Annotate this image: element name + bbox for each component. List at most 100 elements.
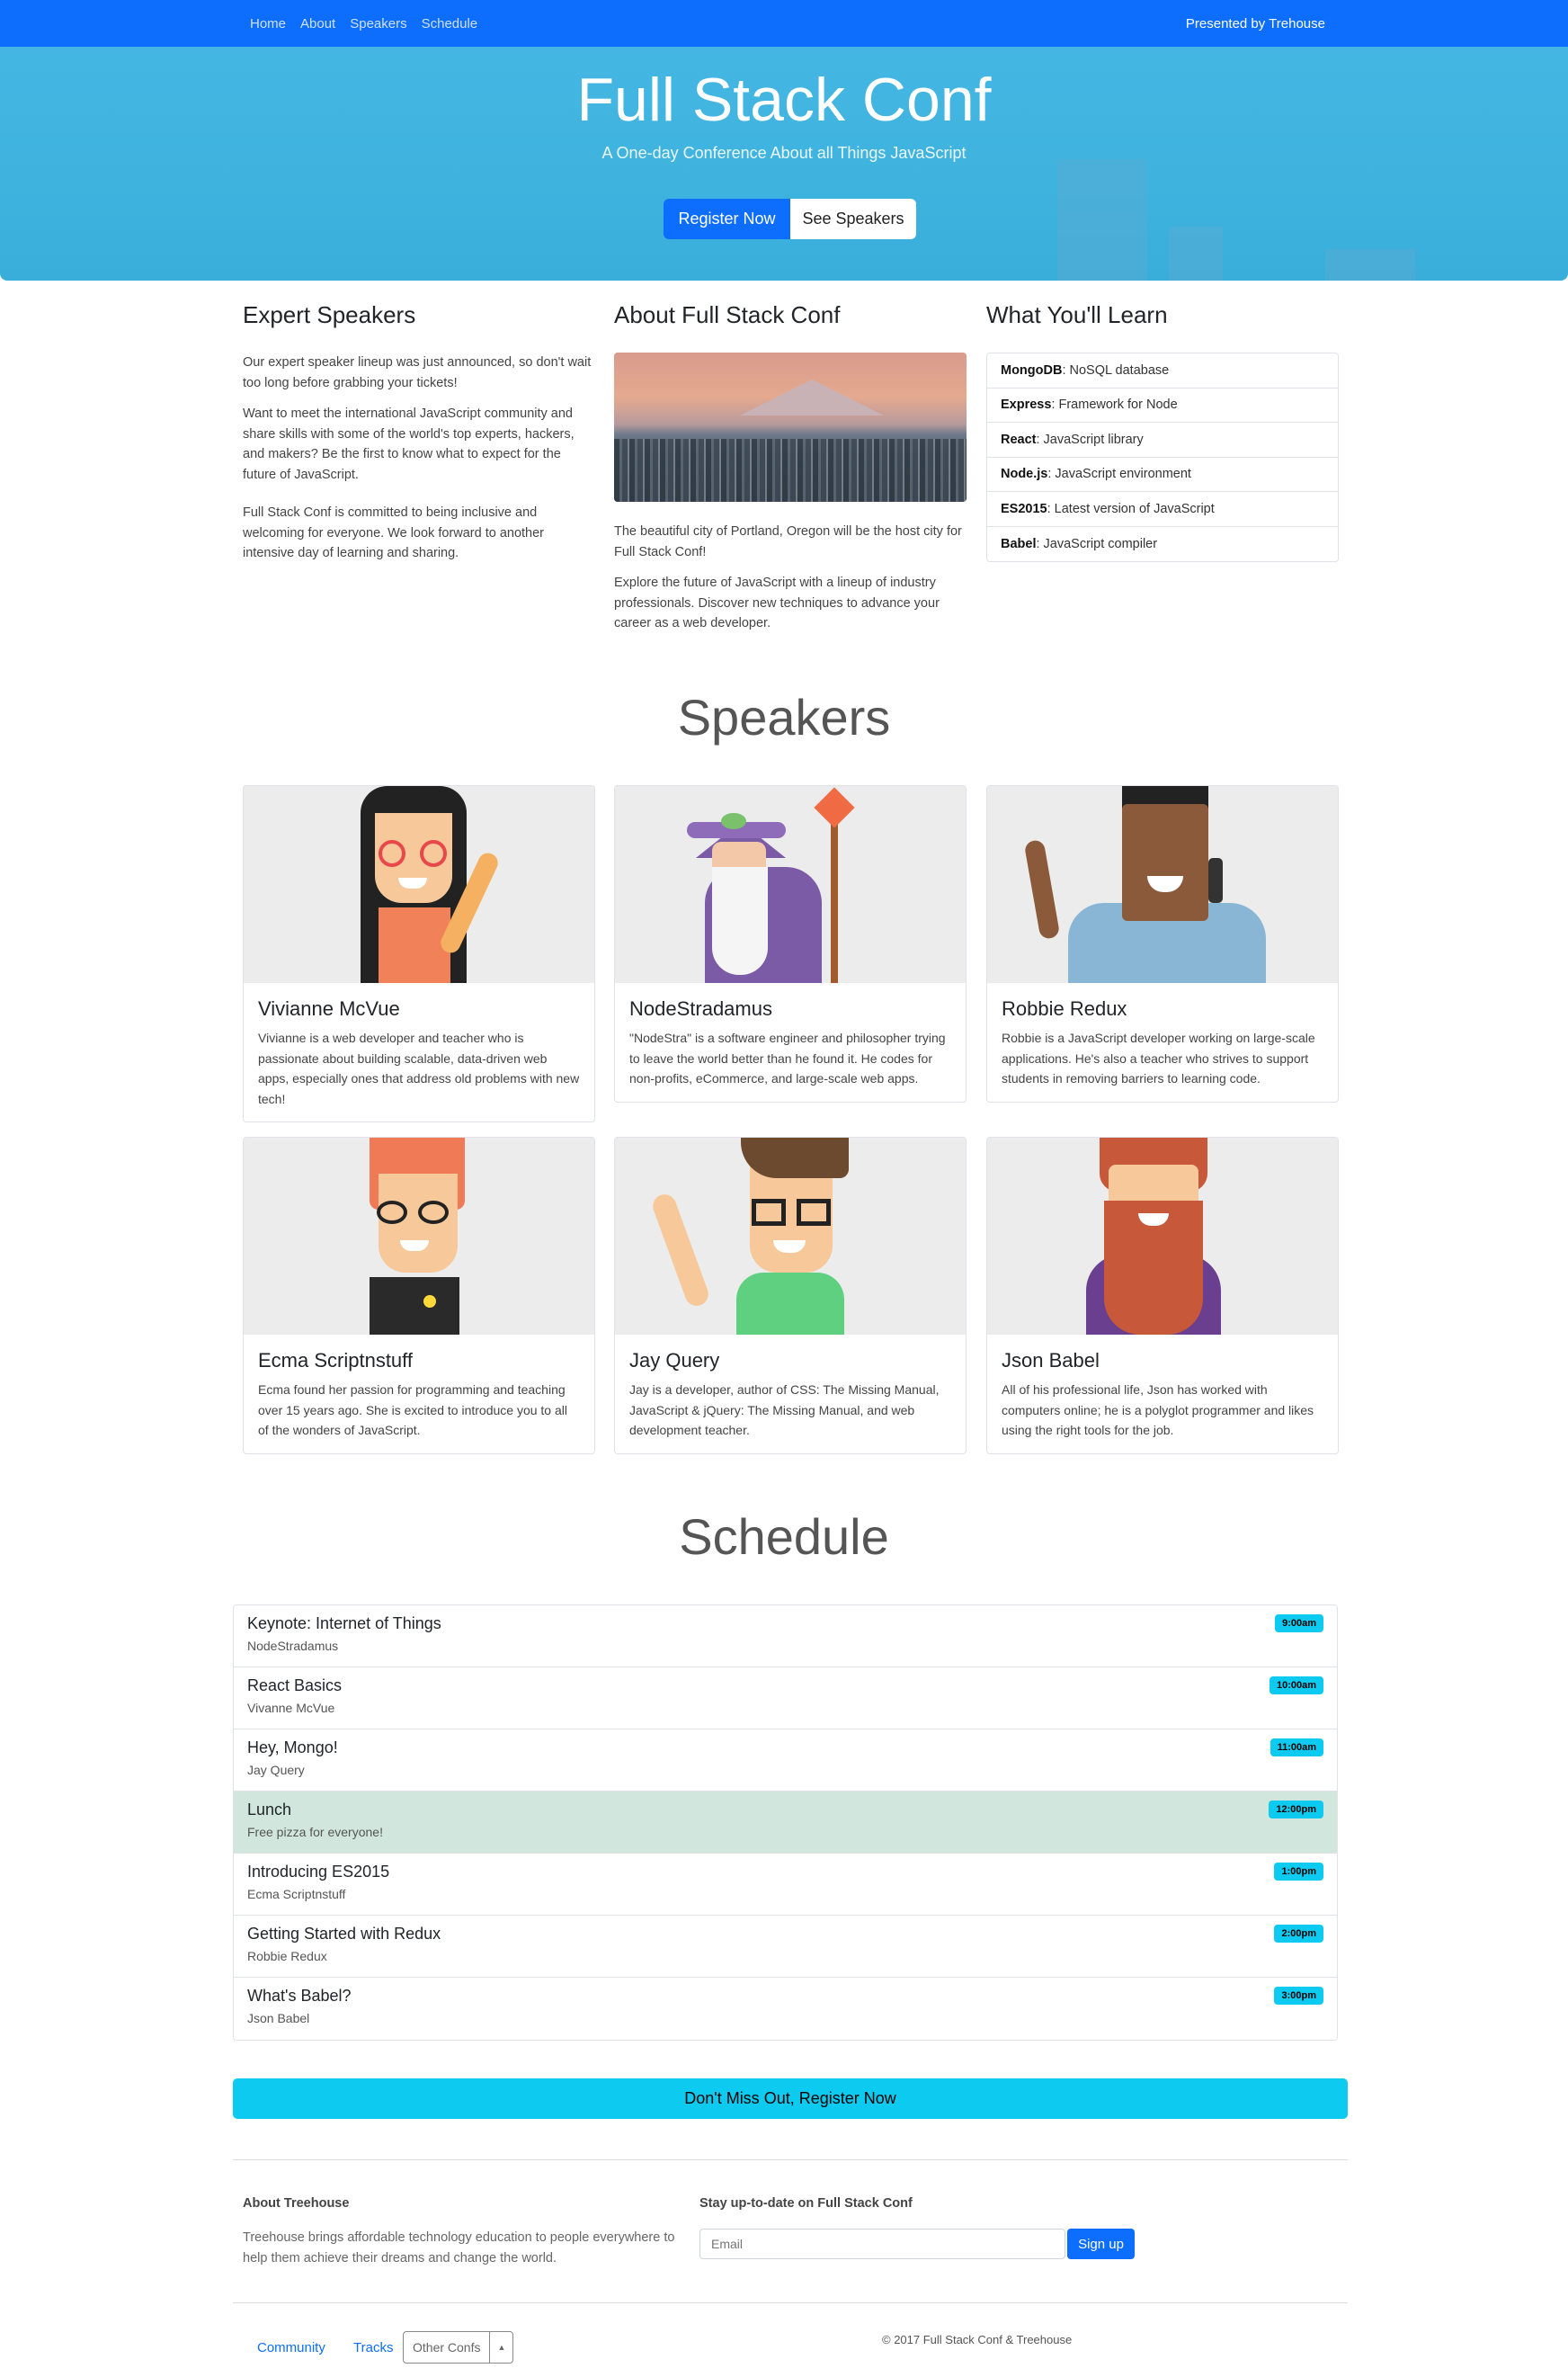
session-title: What's Babel? [247, 1987, 352, 2005]
speaker-name: Robbie Redux [1002, 997, 1127, 1020]
ecma-avatar-illustration [244, 1138, 594, 1335]
presented-by-text: Presented by Trehouse [1185, 15, 1325, 31]
schedule-row: Hey, Mongo! Jay Query 11:00am [234, 1729, 1337, 1792]
speaker-card: NodeStradamus "NodeStra" is a software e… [614, 785, 967, 1103]
learn-list: MongoDB: NoSQL database Express: Framewo… [986, 353, 1339, 562]
list-item: React: JavaScript library [987, 423, 1338, 458]
list-item: ES2015: Latest version of JavaScript [987, 492, 1338, 527]
about-paragraph: The beautiful city of Portland, Oregon w… [614, 524, 962, 559]
speaker-bio: All of his professional life, Json has w… [1002, 1382, 1314, 1437]
about-paragraph: Explore the future of JavaScript with a … [614, 576, 940, 630]
session-title: React Basics [247, 1676, 343, 1694]
expert-paragraph: Our expert speaker lineup was just annou… [243, 355, 592, 390]
caret-up-icon: ▲ [497, 2343, 506, 2352]
speaker-card-body: Ecma Scriptnstuff Ecma found her passion… [244, 1335, 594, 1453]
learn-term: Express [1001, 398, 1052, 413]
time-badge: 2:00pm [1274, 1925, 1323, 1943]
hero-skyline-background [1325, 249, 1415, 281]
learn-term: Babel [1001, 536, 1037, 551]
learn-desc: : Latest version of JavaScript [1047, 501, 1215, 516]
session-speaker: Ecma Scriptnstuff [247, 1887, 346, 1901]
expert-paragraph: Full Stack Conf is committed to being in… [243, 505, 545, 560]
nav-link-schedule[interactable]: Schedule [422, 16, 478, 31]
learn-desc: : Framework for Node [1051, 398, 1178, 413]
vivianne-avatar-illustration [244, 786, 594, 983]
about-treehouse-heading: About Treehouse [243, 2196, 350, 2211]
schedule-row: React Basics Vivanne McVue 10:00am [234, 1667, 1337, 1729]
nodestradamus-avatar-illustration [615, 786, 966, 983]
nav-link-speakers[interactable]: Speakers [350, 16, 406, 31]
see-speakers-button[interactable]: See Speakers [790, 199, 916, 239]
time-badge: 11:00am [1270, 1738, 1323, 1756]
list-item: MongoDB: NoSQL database [987, 353, 1338, 389]
email-input[interactable] [699, 2229, 1065, 2259]
schedule-row: Getting Started with Redux Robbie Redux … [234, 1916, 1337, 1978]
session-speaker: Free pizza for everyone! [247, 1825, 383, 1839]
nav-link-home[interactable]: Home [250, 16, 286, 31]
session-speaker: Jay Query [247, 1763, 305, 1777]
register-cta-button[interactable]: Don't Miss Out, Register Now [233, 2078, 1348, 2119]
nav-links: Home About Speakers Schedule [250, 0, 477, 47]
speaker-card-body: Vivianne McVue Vivianne is a web develop… [244, 983, 594, 1121]
speaker-card: Jay Query Jay is a developer, author of … [614, 1137, 967, 1454]
schedule-row: What's Babel? Json Babel 3:00pm [234, 1978, 1337, 2040]
speaker-card: Vivianne McVue Vivianne is a web develop… [243, 785, 595, 1122]
sign-up-button[interactable]: Sign up [1067, 2229, 1135, 2259]
schedule-row: Introducing ES2015 Ecma Scriptnstuff 1:0… [234, 1854, 1337, 1916]
speaker-card-body: Jay Query Jay is a developer, author of … [615, 1335, 966, 1453]
learn-desc: : NoSQL database [1062, 362, 1170, 378]
speaker-name: NodeStradamus [629, 997, 772, 1020]
learn-term: MongoDB [1001, 362, 1063, 378]
speaker-bio: "NodeStra" is a software engineer and ph… [629, 1031, 946, 1086]
session-speaker: Robbie Redux [247, 1949, 327, 1963]
about-heading: About Full Stack Conf [614, 301, 841, 328]
json-babel-avatar-illustration [987, 1138, 1338, 1335]
about-section: About Full Stack Conf The beautiful city… [614, 301, 967, 645]
time-badge: 10:00am [1269, 1676, 1323, 1694]
session-title: Introducing ES2015 [247, 1863, 390, 1881]
session-speaker: NodeStradamus [247, 1639, 339, 1653]
speaker-bio: Ecma found her passion for programming a… [258, 1382, 567, 1437]
speaker-name: Jay Query [629, 1349, 720, 1372]
schedule-list: Keynote: Internet of Things NodeStradamu… [233, 1604, 1338, 2041]
time-badge: 3:00pm [1274, 1987, 1323, 2005]
speaker-card-body: Robbie Redux Robbie is a JavaScript deve… [987, 983, 1338, 1102]
speaker-bio: Jay is a developer, author of CSS: The M… [629, 1382, 940, 1437]
about-treehouse-text: Treehouse brings affordable technology e… [243, 2230, 675, 2265]
hero-title: Full Stack Conf [576, 66, 992, 134]
speaker-bio: Robbie is a JavaScript developer working… [1002, 1031, 1315, 1086]
hero-button-group: Register Now See Speakers [664, 199, 916, 239]
robbie-avatar-illustration [987, 786, 1338, 983]
footer-link-tracks[interactable]: Tracks [353, 2340, 393, 2355]
copyright-text: © 2017 Full Stack Conf & Treehouse [882, 2333, 1073, 2346]
learn-heading: What You'll Learn [986, 301, 1168, 328]
footer-link-community[interactable]: Community [257, 2340, 325, 2355]
learn-desc: : JavaScript library [1036, 432, 1144, 447]
register-now-button[interactable]: Register Now [664, 199, 790, 239]
top-navbar: Home About Speakers Schedule Presented b… [0, 0, 1568, 47]
list-item: Node.js: JavaScript environment [987, 458, 1338, 492]
speaker-card-body: Json Babel All of his professional life,… [987, 1335, 1338, 1453]
learn-term: ES2015 [1001, 501, 1047, 516]
hero-subtitle: A One-day Conference About all Things Ja… [601, 144, 967, 162]
newsletter-heading: Stay up-to-date on Full Stack Conf [699, 2196, 913, 2211]
hero-skyline-background [1057, 159, 1147, 281]
speaker-name: Ecma Scriptnstuff [258, 1349, 413, 1372]
other-confs-select[interactable]: Other Confs ▲ [403, 2331, 514, 2364]
schedule-heading: Schedule [679, 1508, 889, 1565]
speakers-heading: Speakers [677, 689, 891, 746]
nav-link-about[interactable]: About [300, 16, 335, 31]
time-badge: 9:00am [1275, 1614, 1323, 1632]
time-badge: 1:00pm [1274, 1863, 1323, 1881]
jay-query-avatar-illustration [615, 1138, 966, 1335]
learn-desc: : JavaScript environment [1047, 467, 1191, 482]
session-title: Getting Started with Redux [247, 1925, 441, 1943]
session-speaker: Json Babel [247, 2011, 310, 2025]
expert-speakers-section: Expert Speakers Our expert speaker lineu… [243, 301, 595, 575]
speaker-card-body: NodeStradamus "NodeStra" is a software e… [615, 983, 966, 1102]
list-item: Express: Framework for Node [987, 389, 1338, 423]
list-item: Babel: JavaScript compiler [987, 527, 1338, 562]
speaker-card: Ecma Scriptnstuff Ecma found her passion… [243, 1137, 595, 1454]
expert-paragraph: Want to meet the international JavaScrip… [243, 407, 575, 482]
schedule-row-lunch: Lunch Free pizza for everyone! 12:00pm [234, 1792, 1337, 1854]
